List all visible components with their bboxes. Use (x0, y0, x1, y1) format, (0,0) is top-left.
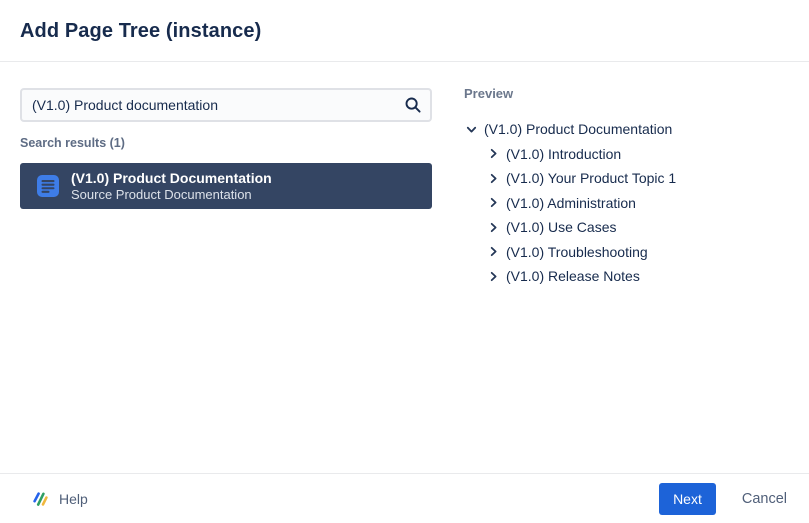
dialog-footer: Help Next Cancel (0, 473, 809, 523)
search-result-item-selected[interactable]: (V1.0) Product Documentation Source Prod… (20, 163, 432, 209)
tree-item-label: (V1.0) Product Documentation (484, 121, 672, 137)
chevron-down-icon[interactable] (464, 122, 478, 136)
dialog-body: Search results (1) (V1.0) Product Docume… (0, 62, 809, 289)
k15t-logo-icon (30, 489, 50, 509)
tree-item-label: (V1.0) Administration (506, 195, 636, 211)
search-input[interactable] (20, 88, 432, 122)
result-subtitle: Source Product Documentation (71, 187, 272, 203)
document-icon (37, 175, 59, 197)
tree-item-root[interactable]: (V1.0) Product Documentation (464, 117, 789, 142)
tree-item[interactable]: (V1.0) Use Cases (464, 215, 789, 240)
tree-item-label: (V1.0) Troubleshooting (506, 244, 648, 260)
tree-item[interactable]: (V1.0) Introduction (464, 142, 789, 167)
next-button[interactable]: Next (659, 483, 716, 515)
chevron-right-icon[interactable] (486, 196, 500, 210)
result-title: (V1.0) Product Documentation (71, 170, 272, 187)
chevron-right-icon[interactable] (486, 269, 500, 283)
tree-item-label: (V1.0) Introduction (506, 146, 621, 162)
tree-item[interactable]: (V1.0) Administration (464, 191, 789, 216)
preview-panel: Preview (V1.0) Product Documentation (464, 62, 789, 289)
search-icon[interactable] (404, 96, 422, 114)
chevron-right-icon[interactable] (486, 171, 500, 185)
help-label: Help (59, 491, 88, 507)
chevron-right-icon[interactable] (486, 220, 500, 234)
preview-label: Preview (464, 86, 789, 101)
tree-item[interactable]: (V1.0) Release Notes (464, 264, 789, 289)
preview-tree: (V1.0) Product Documentation (V1.0) Intr… (464, 117, 789, 289)
tree-item-label: (V1.0) Release Notes (506, 268, 640, 284)
search-box (20, 88, 432, 122)
search-results-label: Search results (1) (20, 136, 432, 150)
tree-item[interactable]: (V1.0) Your Product Topic 1 (464, 166, 789, 191)
dialog-header: Add Page Tree (instance) (0, 0, 809, 62)
cancel-button[interactable]: Cancel (742, 491, 787, 507)
tree-item[interactable]: (V1.0) Troubleshooting (464, 240, 789, 265)
add-page-tree-dialog: Add Page Tree (instance) Search results … (0, 0, 809, 523)
tree-item-label: (V1.0) Use Cases (506, 219, 616, 235)
tree-item-label: (V1.0) Your Product Topic 1 (506, 170, 676, 186)
search-column: Search results (1) (V1.0) Product Docume… (20, 62, 432, 209)
page-title: Add Page Tree (instance) (20, 19, 789, 43)
chevron-right-icon[interactable] (486, 147, 500, 161)
help-link[interactable]: Help (30, 489, 88, 509)
chevron-right-icon[interactable] (486, 245, 500, 259)
result-texts: (V1.0) Product Documentation Source Prod… (71, 170, 272, 203)
